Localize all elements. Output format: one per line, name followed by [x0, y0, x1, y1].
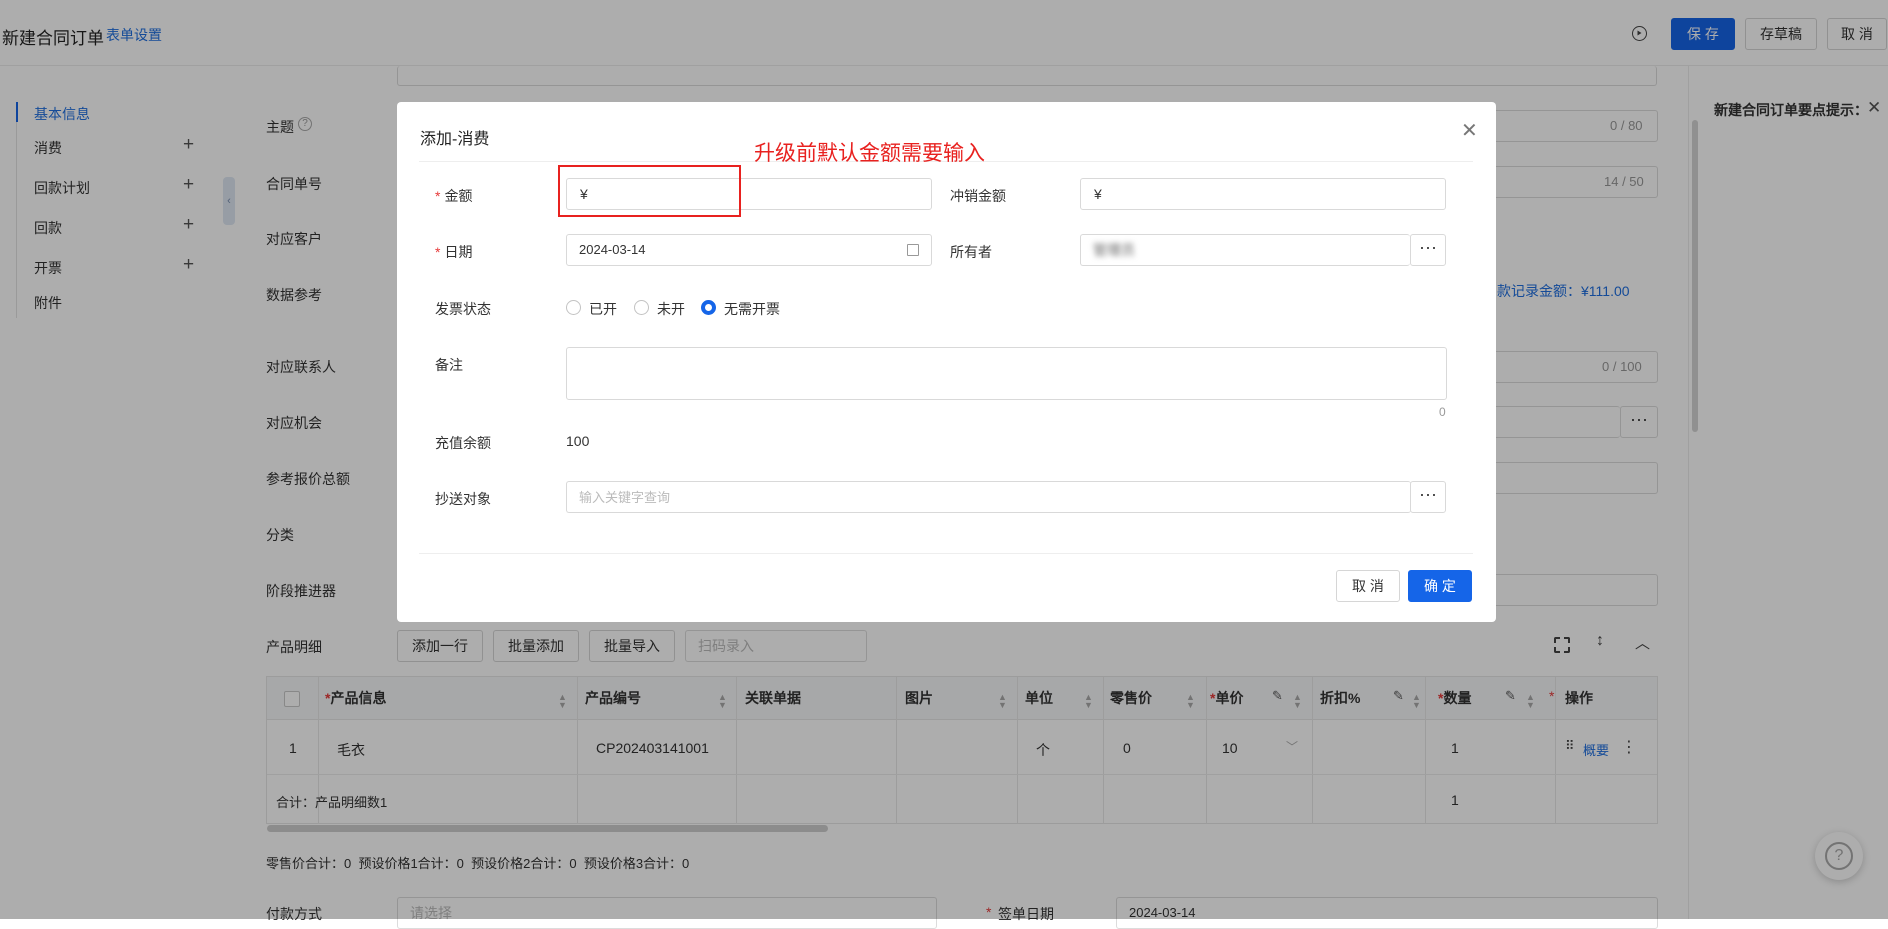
- currency-prefix: ¥: [1094, 186, 1102, 202]
- cc-more-button[interactable]: ···: [1410, 481, 1446, 513]
- offset-amount-label: 冲销金额: [950, 188, 1006, 204]
- invoice-option-issued[interactable]: 已开: [589, 299, 617, 319]
- invoice-option-no-invoice[interactable]: 无需开票: [724, 299, 780, 319]
- close-icon[interactable]: ✕: [1461, 118, 1478, 143]
- amount-label: * 金额: [435, 188, 473, 204]
- owner-input[interactable]: 管理员: [1080, 234, 1410, 266]
- invoice-radio-no-invoice[interactable]: [701, 300, 716, 315]
- balance-value: 100: [566, 433, 590, 449]
- invoice-status-label: 发票状态: [435, 301, 491, 317]
- dialog-footer-divider: [419, 553, 1473, 554]
- date-input[interactable]: 2024-03-14: [566, 234, 932, 266]
- invoice-option-not-issued[interactable]: 未开: [657, 299, 685, 319]
- date-label: * 日期: [435, 244, 473, 260]
- dialog-confirm-button[interactable]: 确 定: [1408, 570, 1472, 602]
- annotation-text: 升级前默认金额需要输入: [754, 141, 985, 165]
- owner-value: 管理员: [1093, 242, 1135, 258]
- cc-label: 抄送对象: [435, 491, 491, 507]
- balance-label: 充值余额: [435, 435, 491, 451]
- owner-more-button[interactable]: ···: [1410, 234, 1446, 266]
- remark-textarea[interactable]: [566, 347, 1447, 400]
- invoice-radio-issued[interactable]: [566, 300, 581, 315]
- dialog-cancel-button[interactable]: 取 消: [1336, 570, 1400, 602]
- offset-amount-input[interactable]: ¥: [1080, 178, 1446, 210]
- remark-label: 备注: [435, 357, 463, 373]
- dialog-title: 添加-消费: [420, 131, 490, 148]
- cc-placeholder: 输入关键字查询: [579, 490, 671, 505]
- cc-search-input[interactable]: 输入关键字查询: [566, 481, 1411, 513]
- date-value: 2024-03-14: [579, 242, 646, 257]
- invoice-radio-not-issued[interactable]: [634, 300, 649, 315]
- remark-char-count: 0: [1439, 405, 1446, 419]
- owner-label: 所有者: [950, 244, 992, 260]
- calendar-icon[interactable]: [907, 244, 919, 256]
- annotation-highlight-box: [558, 165, 741, 217]
- add-consumption-dialog: 添加-消费 ✕ 升级前默认金额需要输入 * 金额 ¥ 冲销金额 ¥ * 日期 202…: [397, 102, 1496, 622]
